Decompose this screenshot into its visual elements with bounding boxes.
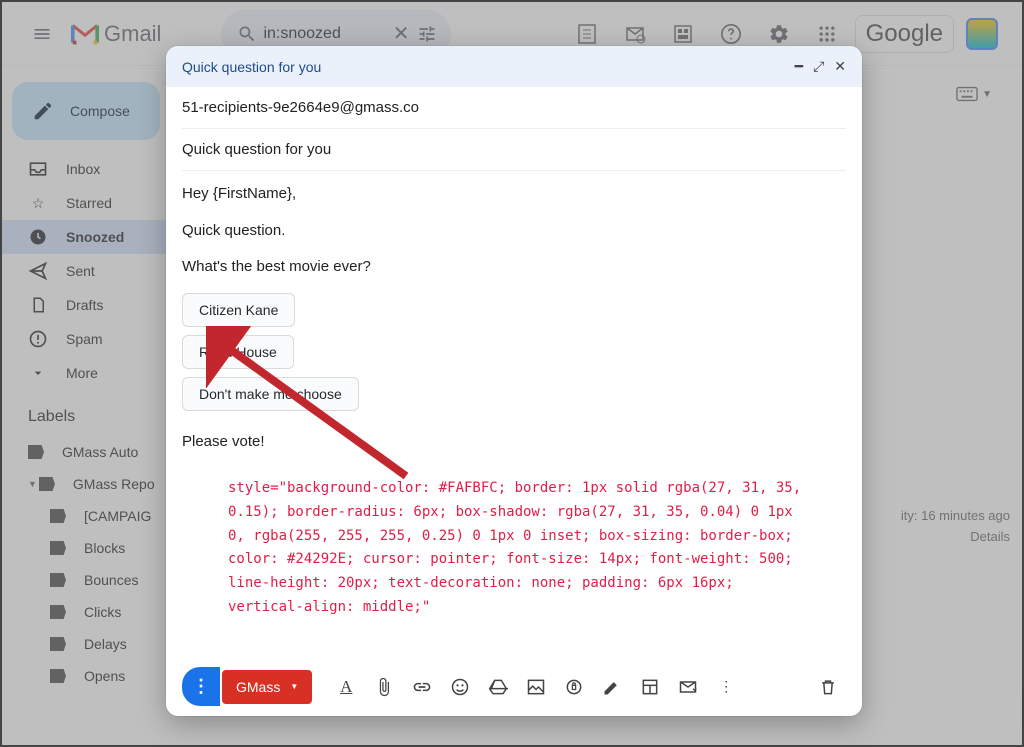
fullscreen-icon[interactable]: ⤢ (813, 58, 824, 75)
compose-body[interactable]: Hey {FirstName}, Quick question. What's … (182, 171, 846, 632)
emoji-icon[interactable] (442, 669, 478, 705)
main-menu-button[interactable] (18, 10, 66, 58)
recipient-field[interactable]: 51-recipients-9e2664e9@gmass.co (182, 87, 846, 129)
activity-text: ity: 16 minutes ago (901, 506, 1010, 527)
schedule-icon[interactable] (670, 669, 706, 705)
star-icon: ☆ (28, 195, 48, 212)
gmail-logo[interactable]: Gmail (70, 21, 161, 47)
search-icon[interactable] (231, 24, 263, 44)
close-icon[interactable]: ✕ (834, 58, 846, 75)
option-road-house[interactable]: Road House (182, 335, 294, 369)
gmass-button[interactable]: GMass (222, 670, 312, 704)
drive-icon[interactable] (480, 669, 516, 705)
compose-button[interactable]: Compose (12, 82, 160, 140)
sent-icon (28, 261, 48, 281)
image-icon[interactable] (518, 669, 554, 705)
discard-icon[interactable] (810, 669, 846, 705)
template-icon[interactable] (632, 669, 668, 705)
attach-icon[interactable] (366, 669, 402, 705)
tag-icon (50, 669, 66, 683)
tag-icon (50, 605, 66, 619)
send-button[interactable]: ⋮ (182, 667, 220, 706)
clock-icon (28, 227, 48, 247)
format-icon[interactable]: A (328, 669, 364, 705)
tag-icon (28, 477, 55, 491)
minimize-icon[interactable]: ━ (795, 58, 803, 75)
spam-icon (28, 329, 48, 349)
confidential-icon[interactable] (556, 669, 592, 705)
subject-field[interactable]: Quick question for you (182, 129, 846, 171)
gmail-text: Gmail (104, 21, 161, 47)
option-citizen-kane[interactable]: Citizen Kane (182, 293, 295, 327)
compose-window: Quick question for you ━ ⤢ ✕ 51-recipien… (166, 46, 862, 716)
account-avatar[interactable] (966, 18, 998, 50)
tag-icon (50, 541, 66, 555)
link-icon[interactable] (404, 669, 440, 705)
style-code: style="background-color: #FAFBFC; border… (182, 467, 846, 620)
tag-icon (50, 509, 66, 523)
option-dont-choose[interactable]: Don't make me choose (182, 377, 359, 411)
signature-icon[interactable] (594, 669, 630, 705)
drafts-icon (28, 295, 48, 315)
clear-search-icon[interactable]: ✕ (389, 21, 414, 46)
tag-icon (50, 637, 66, 651)
inbox-icon (28, 159, 48, 179)
tag-icon (50, 573, 66, 587)
compose-title: Quick question for you (182, 59, 321, 75)
expand-icon (28, 365, 48, 381)
chevron-down-icon: ▼ (982, 89, 992, 100)
google-wordmark[interactable]: Google (855, 15, 954, 53)
compose-label: Compose (70, 103, 130, 119)
search-input[interactable] (263, 25, 388, 43)
tag-icon (28, 445, 44, 459)
more-icon[interactable]: ⋮ (708, 669, 744, 705)
search-options-icon[interactable] (413, 24, 441, 44)
input-tools[interactable]: ▼ (956, 86, 992, 102)
details-link[interactable]: Details (901, 527, 1010, 548)
